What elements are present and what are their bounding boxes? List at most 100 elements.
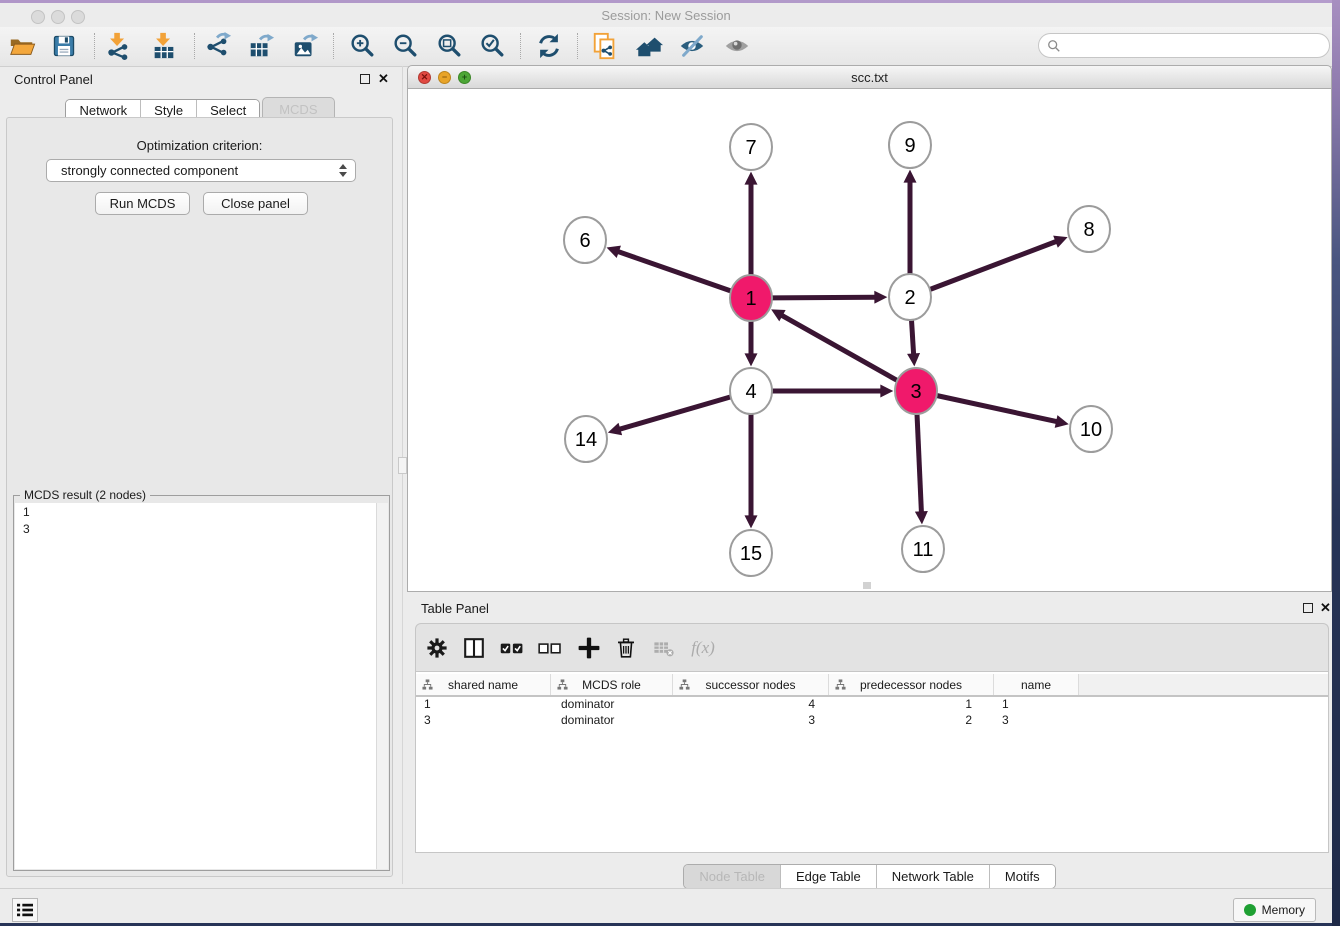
graph-node-3[interactable]: 3 <box>895 368 937 414</box>
node-table-header: shared name MCDS role successor nodes pr… <box>416 674 1328 697</box>
close-panel-icon[interactable]: ✕ <box>378 74 389 84</box>
zoom-fit-icon[interactable] <box>434 31 464 61</box>
float-table-panel-icon[interactable] <box>1303 603 1313 613</box>
network-window-titlebar[interactable]: ✕ − + scc.txt <box>407 65 1332 89</box>
zoom-out-icon[interactable] <box>390 31 420 61</box>
graph-edge-2-8[interactable] <box>930 242 1056 290</box>
function-builder-icon[interactable]: f(x) <box>688 633 718 663</box>
delete-table-icon[interactable] <box>649 633 679 663</box>
table-row[interactable]: 3 dominator 3 2 3 <box>416 713 1328 729</box>
tab-motifs[interactable]: Motifs <box>989 865 1055 888</box>
zoom-in-icon[interactable] <box>347 31 377 61</box>
column-header-mcds-role[interactable]: MCDS role <box>551 674 673 695</box>
graph-edge-1-6[interactable] <box>618 252 731 291</box>
graph-edge-4-14[interactable] <box>620 397 731 429</box>
graph-node-10[interactable]: 10 <box>1070 406 1112 452</box>
graph-edge-2-3[interactable] <box>912 320 914 354</box>
graph-node-6[interactable]: 6 <box>564 217 606 263</box>
float-panel-icon[interactable] <box>360 74 370 84</box>
open-session-icon[interactable] <box>7 31 37 61</box>
refresh-view-icon[interactable] <box>534 31 564 61</box>
close-table-panel-icon[interactable]: ✕ <box>1320 603 1331 613</box>
toolbar-separator <box>94 33 95 59</box>
select-stepper-icon <box>339 164 347 177</box>
show-columns-icon[interactable] <box>459 633 489 663</box>
reset-view-icon[interactable] <box>634 31 664 61</box>
column-header-shared-name[interactable]: shared name <box>416 674 551 695</box>
clone-network-icon[interactable] <box>590 31 620 61</box>
table-panel-header: Table Panel ✕ <box>407 595 1332 621</box>
tab-network-table[interactable]: Network Table <box>876 865 989 888</box>
table-panel-title: Table Panel <box>421 601 489 616</box>
node-table: shared name MCDS role successor nodes pr… <box>415 671 1329 853</box>
task-history-button[interactable] <box>12 898 38 922</box>
mcds-result-textarea[interactable]: 1 3 <box>15 503 388 869</box>
desktop-wallpaper-edge <box>0 0 1340 3</box>
desktop-wallpaper-edge <box>1332 0 1340 926</box>
graph-node-14[interactable]: 14 <box>565 416 607 462</box>
toolbar-separator <box>194 33 195 59</box>
graph-node-15[interactable]: 15 <box>730 530 772 576</box>
svg-text:10: 10 <box>1080 419 1102 441</box>
import-network-icon[interactable] <box>103 31 133 61</box>
table-row[interactable]: 1 dominator 4 1 1 <box>416 697 1328 713</box>
close-panel-button[interactable]: Close panel <box>203 192 308 215</box>
main-toolbar <box>0 27 1332 67</box>
column-header-name[interactable]: name <box>994 674 1079 695</box>
list-icon <box>16 902 34 918</box>
graph-node-2[interactable]: 2 <box>889 274 931 320</box>
graph-node-11[interactable]: 11 <box>902 526 944 572</box>
toolbar-separator <box>520 33 521 59</box>
graph-node-8[interactable]: 8 <box>1068 206 1110 252</box>
show-all-icon[interactable] <box>722 31 752 61</box>
svg-text:7: 7 <box>745 137 756 159</box>
tree-icon <box>679 679 690 693</box>
add-row-icon[interactable] <box>574 633 604 663</box>
zoom-selected-icon[interactable] <box>477 31 507 61</box>
result-scrollbar[interactable] <box>376 503 388 869</box>
tab-edge-table[interactable]: Edge Table <box>780 865 876 888</box>
result-line: 3 <box>15 520 388 537</box>
graph-edge-1-2[interactable] <box>772 297 875 298</box>
clear-selection-icon[interactable] <box>535 633 565 663</box>
tab-node-table[interactable]: Node Table <box>684 865 780 888</box>
graph-edge-3-11[interactable] <box>917 414 921 512</box>
graph-node-9[interactable]: 9 <box>889 122 931 168</box>
save-session-icon[interactable] <box>49 31 79 61</box>
graph-node-4[interactable]: 4 <box>730 368 772 414</box>
export-table-icon[interactable] <box>246 31 276 61</box>
search-input[interactable] <box>1038 33 1330 58</box>
delete-row-icon[interactable] <box>611 633 641 663</box>
svg-text:14: 14 <box>575 429 597 451</box>
toolbar-separator <box>577 33 578 59</box>
export-image-icon[interactable] <box>290 31 320 61</box>
control-panel-header: Control Panel ✕ <box>0 66 400 94</box>
svg-text:8: 8 <box>1083 219 1094 241</box>
network-window: ✕ − + scc.txt 7 9 6 8 1 2 4 3 14 10 15 11 <box>407 65 1332 592</box>
select-all-icon[interactable] <box>497 633 527 663</box>
memory-button[interactable]: Memory <box>1233 898 1316 922</box>
hide-selected-icon[interactable] <box>677 31 707 61</box>
tree-icon <box>557 679 568 693</box>
mcds-result-title: MCDS result (2 nodes) <box>20 488 150 502</box>
criterion-select[interactable]: strongly connected component <box>46 159 356 182</box>
import-table-icon[interactable] <box>149 31 179 61</box>
column-header-predecessor-nodes[interactable]: predecessor nodes <box>829 674 994 695</box>
panel-splitter[interactable] <box>402 66 403 884</box>
column-header-successor-nodes[interactable]: successor nodes <box>673 674 829 695</box>
run-mcds-button[interactable]: Run MCDS <box>95 192 190 215</box>
table-settings-icon[interactable] <box>422 633 452 663</box>
panel-splitter-handle[interactable] <box>398 457 407 474</box>
export-network-icon[interactable] <box>203 31 233 61</box>
graph-edge-3-10[interactable] <box>937 396 1057 422</box>
graph-node-7[interactable]: 7 <box>730 124 772 170</box>
app-window: Session: New Session <box>0 0 1340 926</box>
svg-text:15: 15 <box>740 543 762 565</box>
tree-icon <box>422 679 433 693</box>
graph-node-1[interactable]: 1 <box>730 275 772 321</box>
graph-edge-3-1[interactable] <box>782 315 897 380</box>
canvas-resize-handle[interactable] <box>863 582 871 589</box>
mcds-panel: Optimization criterion: strongly connect… <box>6 117 393 877</box>
network-canvas[interactable]: 7 9 6 8 1 2 4 3 14 10 15 11 <box>407 89 1332 592</box>
svg-text:2: 2 <box>904 287 915 309</box>
